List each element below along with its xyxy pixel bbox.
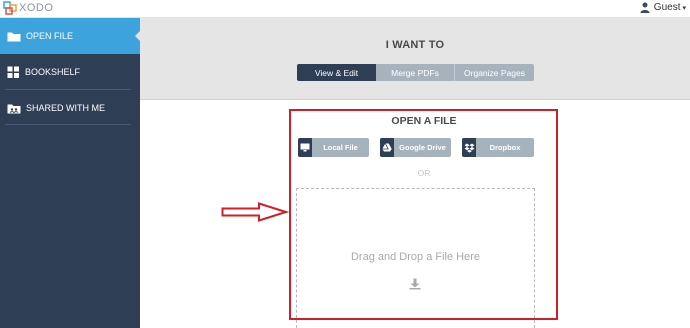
user-menu[interactable]: Guest ▾ xyxy=(640,2,686,13)
sidebar-item-label: BOOKSHELF xyxy=(25,67,81,77)
sidebar-item-label: SHARED WITH ME xyxy=(26,103,106,113)
sidebar-item-bookshelf[interactable]: BOOKSHELF xyxy=(0,54,140,90)
xodo-logo-icon xyxy=(3,1,17,15)
header-title: I WANT TO xyxy=(385,39,445,51)
sidebar-item-label: OPEN FILE xyxy=(26,31,74,41)
tab-view-edit[interactable]: View & Edit xyxy=(297,64,376,81)
shared-folder-icon xyxy=(7,104,21,113)
folder-icon xyxy=(7,32,21,41)
brand-name: XODO xyxy=(19,2,54,14)
user-icon xyxy=(640,2,650,13)
grid-icon xyxy=(7,66,19,78)
tab-organize-pages[interactable]: Organize Pages xyxy=(455,64,534,81)
sidebar-item-shared-with-me[interactable]: SHARED WITH ME xyxy=(0,90,140,126)
highlight-box xyxy=(289,109,558,320)
action-header: I WANT TO View & Edit Merge PDFs Organiz… xyxy=(140,18,690,100)
mode-tabs: View & Edit Merge PDFs Organize Pages xyxy=(297,64,534,81)
sidebar: OPEN FILE BOOKSHELF SHARED WITH ME xyxy=(0,18,140,328)
chevron-down-icon: ▾ xyxy=(682,4,686,12)
user-name: Guest xyxy=(653,2,681,13)
tab-merge-pdfs[interactable]: Merge PDFs xyxy=(376,64,455,81)
sidebar-item-open-file[interactable]: OPEN FILE xyxy=(0,18,140,54)
top-bar: XODO Guest ▾ xyxy=(0,0,690,18)
xodo-logo[interactable]: XODO xyxy=(3,1,53,15)
arrow-right-icon xyxy=(221,202,289,222)
sidebar-divider xyxy=(5,124,131,125)
